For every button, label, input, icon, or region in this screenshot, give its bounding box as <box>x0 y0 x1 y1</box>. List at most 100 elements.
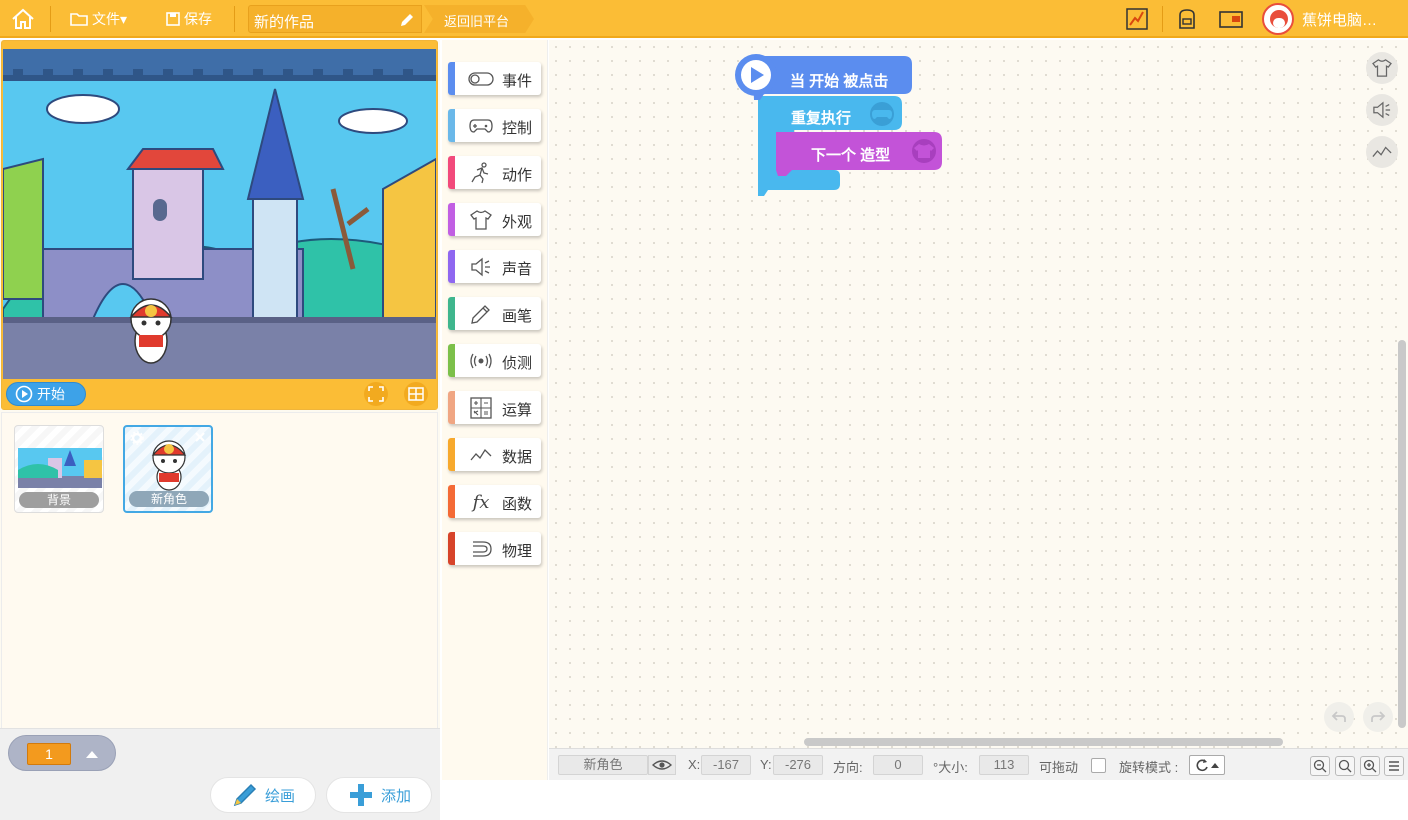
category-color-strip <box>448 62 455 95</box>
zoom-reset-button[interactable] <box>1335 756 1355 776</box>
category-control[interactable]: 控制 <box>448 109 541 142</box>
start-button[interactable]: 开始 <box>6 382 86 406</box>
category-color-strip <box>448 250 455 283</box>
x-field[interactable]: -167 <box>701 755 751 775</box>
caret-up-icon <box>1211 763 1219 768</box>
visibility-toggle[interactable] <box>648 755 676 775</box>
project-title: 新的作品 <box>254 14 315 31</box>
draggable-checkbox[interactable] <box>1091 758 1106 773</box>
sprite-card-selected[interactable]: 新角色 <box>123 425 213 513</box>
page-selector[interactable]: 1 <box>8 735 116 771</box>
category-sound[interactable]: 声音 <box>448 250 541 283</box>
category-label: 动作 <box>502 167 533 184</box>
direction-field[interactable]: 0 <box>873 755 923 775</box>
costume-tab-button[interactable] <box>1366 52 1398 84</box>
size-field[interactable]: 113 <box>979 755 1029 775</box>
file-menu[interactable]: 文件▾ <box>70 0 127 38</box>
menu-button[interactable] <box>1384 756 1404 776</box>
next-costume-block[interactable]: 下一个 造型 <box>811 144 890 165</box>
y-field[interactable]: -276 <box>773 755 823 775</box>
layout-toggle-button[interactable] <box>404 382 428 406</box>
category-physics[interactable]: 物理 <box>448 532 541 565</box>
username: 蕉饼电脑… <box>1302 11 1378 29</box>
sprite-toolbar: 1 绘画 添加 <box>0 728 440 820</box>
repeat-block-label: 重复执行 <box>791 110 852 127</box>
home-icon <box>12 8 34 29</box>
save-button[interactable]: 保存 <box>166 0 212 38</box>
top-bar: 文件▾ 保存 新的作品 返回旧平台 蕉饼电脑… <box>0 0 1408 38</box>
category-looks[interactable]: 外观 <box>448 203 541 236</box>
category-sensing[interactable]: 侦测 <box>448 344 541 377</box>
chart-button[interactable] <box>1126 0 1148 38</box>
sprite-list: 背景 新角色 <box>1 412 438 768</box>
script-workspace[interactable]: 当 开始 被点击 重复执行 下一个 造型 <box>549 40 1408 748</box>
speaker-icon <box>468 256 494 278</box>
data-tab-button[interactable] <box>1366 136 1398 168</box>
backdrop-card[interactable]: 背景 <box>14 425 104 513</box>
rotate-icon <box>1196 759 1208 772</box>
stage-canvas[interactable] <box>3 49 436 379</box>
add-button[interactable]: 添加 <box>326 777 432 813</box>
size-label: °大小: <box>933 760 968 775</box>
toggle-icon <box>468 68 494 90</box>
speaker-icon <box>1373 101 1391 119</box>
category-functions[interactable]: fx 函数 <box>448 485 541 518</box>
category-data[interactable]: 数据 <box>448 438 541 471</box>
draw-button[interactable]: 绘画 <box>210 777 316 813</box>
vertical-scrollbar[interactable] <box>1398 340 1406 728</box>
rotation-mode-select[interactable] <box>1189 755 1225 775</box>
category-pen[interactable]: 画笔 <box>448 297 541 330</box>
hat-block-label: 当 开始 被点击 <box>790 73 889 90</box>
edit-pencil-icon[interactable] <box>399 12 415 28</box>
stage-toolbar: 开始 <box>2 379 437 409</box>
size-value: 113 <box>993 757 1015 772</box>
sprite-name-field[interactable]: 新角色 <box>558 755 648 775</box>
category-motion[interactable]: 动作 <box>448 156 541 189</box>
zoom-out-button[interactable] <box>1310 756 1330 776</box>
gamepad-icon <box>468 115 494 137</box>
category-events[interactable]: 事件 <box>448 62 541 95</box>
x-label: X: <box>688 757 701 772</box>
category-color-strip <box>448 109 455 142</box>
zoom-in-button[interactable] <box>1360 756 1380 776</box>
category-label: 外观 <box>502 214 533 231</box>
category-color-strip <box>448 391 455 424</box>
sprite-label: 背景 <box>19 492 99 508</box>
gear-icon[interactable] <box>130 431 144 445</box>
category-label: 物理 <box>502 543 533 560</box>
sound-tab-button[interactable] <box>1366 94 1398 126</box>
zoom-in-icon <box>1363 759 1377 773</box>
category-label: 声音 <box>502 261 533 278</box>
category-label: 侦测 <box>502 355 533 372</box>
folder-icon <box>70 13 88 26</box>
back-to-old-platform-button[interactable]: 返回旧平台 <box>424 5 534 33</box>
direction-value: 0 <box>894 757 902 772</box>
draw-label: 绘画 <box>265 787 296 805</box>
when-start-clicked-block[interactable]: 当 开始 被点击 <box>790 70 888 91</box>
category-operators[interactable]: 运算 <box>448 391 541 424</box>
wallet-button[interactable] <box>1218 0 1244 38</box>
close-icon[interactable] <box>194 431 206 443</box>
category-label: 数据 <box>502 449 533 466</box>
sprite-name: 新角色 <box>583 757 623 772</box>
horizontal-scrollbar[interactable] <box>804 738 1283 746</box>
backpack-button[interactable] <box>1176 0 1198 38</box>
user-menu[interactable]: 蕉饼电脑… <box>1262 0 1377 38</box>
forever-block[interactable]: 重复执行 <box>791 107 851 128</box>
pencil-icon <box>468 303 494 325</box>
redo-button[interactable] <box>1363 702 1393 732</box>
chevron-up-icon[interactable] <box>85 749 99 759</box>
back-old-label: 返回旧平台 <box>444 14 510 29</box>
add-label: 添加 <box>381 787 412 805</box>
sprite-label: 新角色 <box>129 491 209 507</box>
draggable-label: 可拖动 <box>1039 760 1079 775</box>
shirt-icon <box>468 209 494 231</box>
shirt-icon <box>1372 59 1392 77</box>
home-button[interactable] <box>10 0 36 38</box>
fullscreen-button[interactable] <box>364 382 388 406</box>
project-title-field[interactable]: 新的作品 <box>248 5 422 33</box>
undo-button[interactable] <box>1324 702 1354 732</box>
eye-icon <box>652 760 672 770</box>
sprite-thumbnail <box>151 440 187 491</box>
direction-label: 方向: <box>833 760 863 775</box>
